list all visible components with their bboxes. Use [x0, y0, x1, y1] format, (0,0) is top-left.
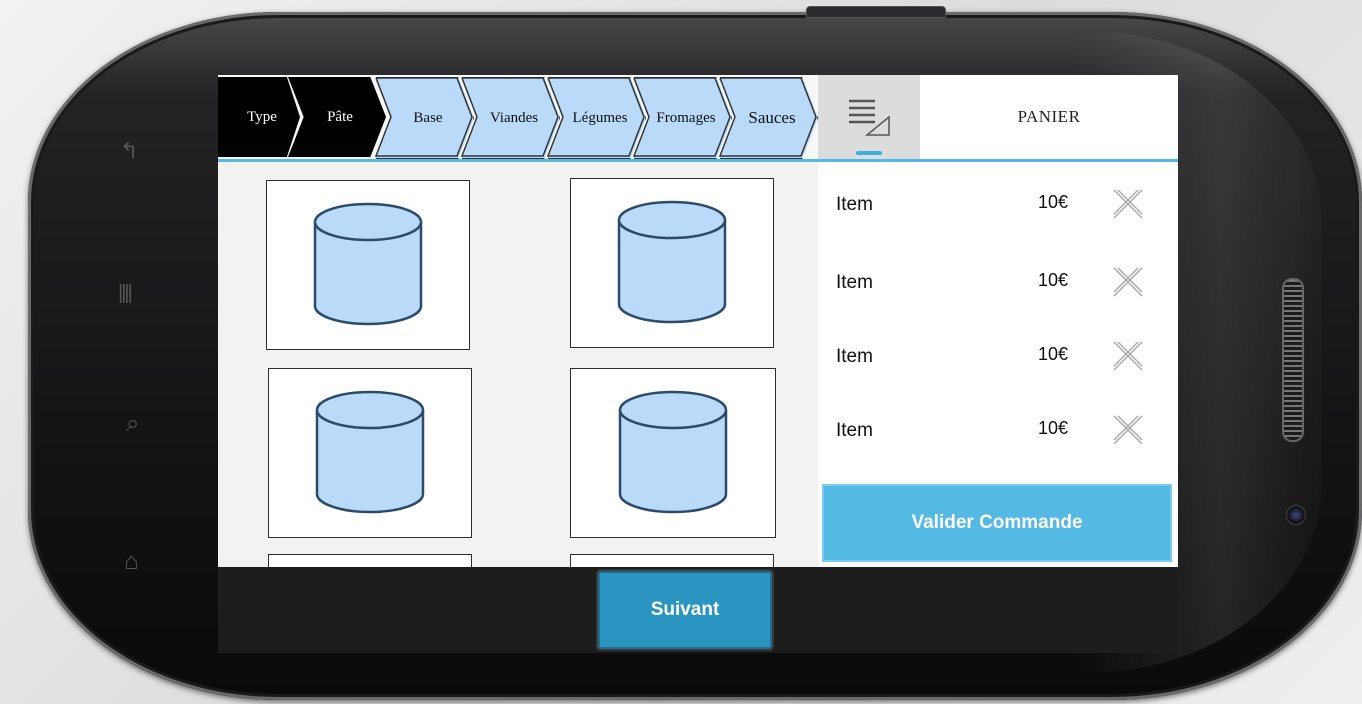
product-tile[interactable] — [268, 554, 472, 567]
cylinder-placeholder-icon — [315, 390, 425, 514]
tab-active-indicator — [856, 151, 882, 155]
cart-item-row: Item 10€ — [818, 262, 1178, 302]
close-x-icon[interactable] — [1110, 264, 1146, 300]
search-key-icon[interactable]: ⌕ — [126, 410, 139, 438]
close-x-icon[interactable] — [1110, 338, 1146, 374]
home-key-icon[interactable]: ⌂ — [124, 548, 139, 576]
cart-item-price: 10€ — [1038, 344, 1069, 364]
cart-item-price: 10€ — [1038, 418, 1069, 438]
cylinder-placeholder-icon — [618, 390, 728, 514]
breadcrumb-step-sauces[interactable]: Sauces — [720, 77, 818, 159]
cylinder-placeholder-icon — [617, 200, 727, 324]
app-screen: Type Pâte Base Viandes Légumes Fromages … — [218, 75, 1178, 653]
product-tile[interactable] — [268, 368, 472, 538]
list-resize-icon — [849, 99, 890, 136]
cart-item-price: 10€ — [1038, 270, 1069, 290]
tab-panier[interactable]: PANIER — [920, 75, 1178, 159]
breadcrumb-step-base[interactable]: Base — [376, 77, 474, 159]
breadcrumb-step-fromages[interactable]: Fromages — [634, 77, 732, 159]
next-button[interactable]: Suivant — [598, 571, 772, 649]
speaker-grille — [1282, 278, 1304, 442]
camera-icon — [1286, 505, 1306, 525]
bottom-bar: Suivant — [218, 567, 1178, 653]
close-x-icon[interactable] — [1110, 412, 1146, 448]
cart-item-name: Item — [836, 194, 873, 215]
cart-panel: Item 10€ Item 10€ Item 10€ Item 10€ Vali… — [818, 162, 1178, 567]
top-navigation: Type Pâte Base Viandes Légumes Fromages … — [218, 75, 1178, 161]
cart-item-row: Item 10€ — [818, 410, 1178, 450]
tab-list[interactable] — [818, 75, 920, 159]
menu-key-icon[interactable]: |||| — [118, 282, 133, 305]
validate-order-button[interactable]: Valider Commande — [822, 484, 1172, 562]
breadcrumb-step-pate[interactable]: Pâte — [288, 77, 386, 157]
product-tile[interactable] — [570, 178, 774, 348]
product-tile[interactable] — [570, 554, 774, 567]
breadcrumb-step-legumes[interactable]: Légumes — [548, 77, 646, 159]
proximity-sensor — [1284, 150, 1300, 220]
cart-item-name: Item — [836, 420, 873, 441]
cart-item-row: Item 10€ — [818, 336, 1178, 376]
product-tile[interactable] — [570, 368, 776, 538]
power-button — [806, 6, 946, 18]
cart-item-price: 10€ — [1038, 192, 1069, 212]
product-tile[interactable] — [266, 180, 470, 350]
cart-item-row: Item 10€ — [818, 184, 1178, 224]
back-key-icon[interactable]: ↰ — [120, 138, 138, 164]
breadcrumb-step-type[interactable]: Type — [218, 77, 300, 157]
product-grid — [218, 162, 818, 567]
cart-item-name: Item — [836, 346, 873, 367]
close-x-icon[interactable] — [1110, 186, 1146, 222]
cylinder-placeholder-icon — [313, 202, 423, 326]
cart-item-name: Item — [836, 272, 873, 293]
breadcrumb-step-viandes[interactable]: Viandes — [462, 77, 560, 159]
